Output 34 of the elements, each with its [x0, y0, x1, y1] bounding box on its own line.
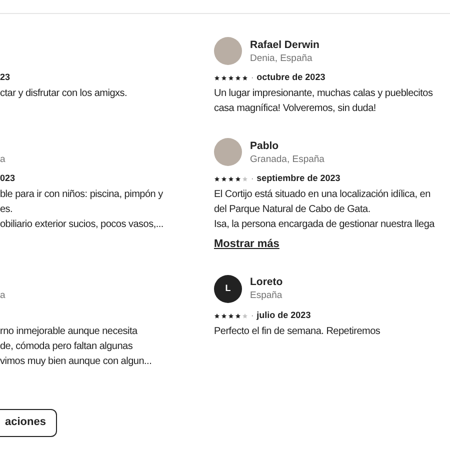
review-text-line: Perfecto el fin de semana. Repetiremos: [214, 324, 380, 338]
separator-dot: ·: [251, 72, 254, 84]
review-text-line: vimos muy bien aunque con algun...: [0, 354, 152, 368]
reviewer-name: Rafael Derwin: [250, 38, 320, 52]
review-text-line: es.: [0, 203, 13, 217]
separator-dot: ·: [251, 173, 254, 185]
review-date: julio de 2023: [256, 308, 311, 322]
reviewer-location: Granada, España: [250, 152, 324, 166]
show-all-reviews-button[interactable]: aciones: [0, 408, 57, 436]
avatar-initial: L: [214, 274, 242, 302]
reviewer-location: España: [250, 289, 283, 302]
reviewer-name: Loreto: [250, 275, 283, 289]
reviewer-location: a: [0, 152, 6, 166]
review-text-line: ble para ir con niños: piscina, pimpón y: [0, 188, 163, 202]
reviewer-location: Denia, España: [250, 52, 314, 64]
review-text-line: de, cómoda pero faltan algunas: [0, 340, 133, 354]
review-text-line: del Parque Natural de Cabo de Gata.: [214, 203, 370, 217]
avatar-photo-placeholder: [214, 138, 242, 166]
avatar-photo-placeholder: [214, 37, 242, 65]
review-date: 023: [0, 172, 16, 186]
reviewer-location: a: [0, 289, 6, 302]
review-text-line: obiliario exterior sucios, pocos vasos,...: [0, 218, 164, 232]
review-date: octubre de 2023: [256, 71, 326, 84]
review-text-line: ctar y disfrutar con los amigxs.: [0, 87, 128, 101]
review-date: septiembre de 2023: [256, 172, 340, 186]
review-text-line: El Cortijo está situado en una localización idílica, en: [214, 188, 430, 202]
reviewer-name: Pablo: [250, 138, 280, 152]
show-more-link[interactable]: Mostrar más: [214, 236, 280, 252]
review-date: 23: [0, 71, 10, 84]
review-text-line: Un lugar impresionante, muchas calas y pueblecitos: [214, 87, 433, 101]
review-text-line: Isa, la persona encargada de gestionar nuestra llega: [214, 218, 434, 232]
review-text-line: casa magnífica! Volveremos, sin duda!: [214, 102, 376, 116]
review-text-line: rno inmejorable aunque necesita: [0, 324, 138, 338]
separator-dot: ·: [251, 310, 254, 322]
